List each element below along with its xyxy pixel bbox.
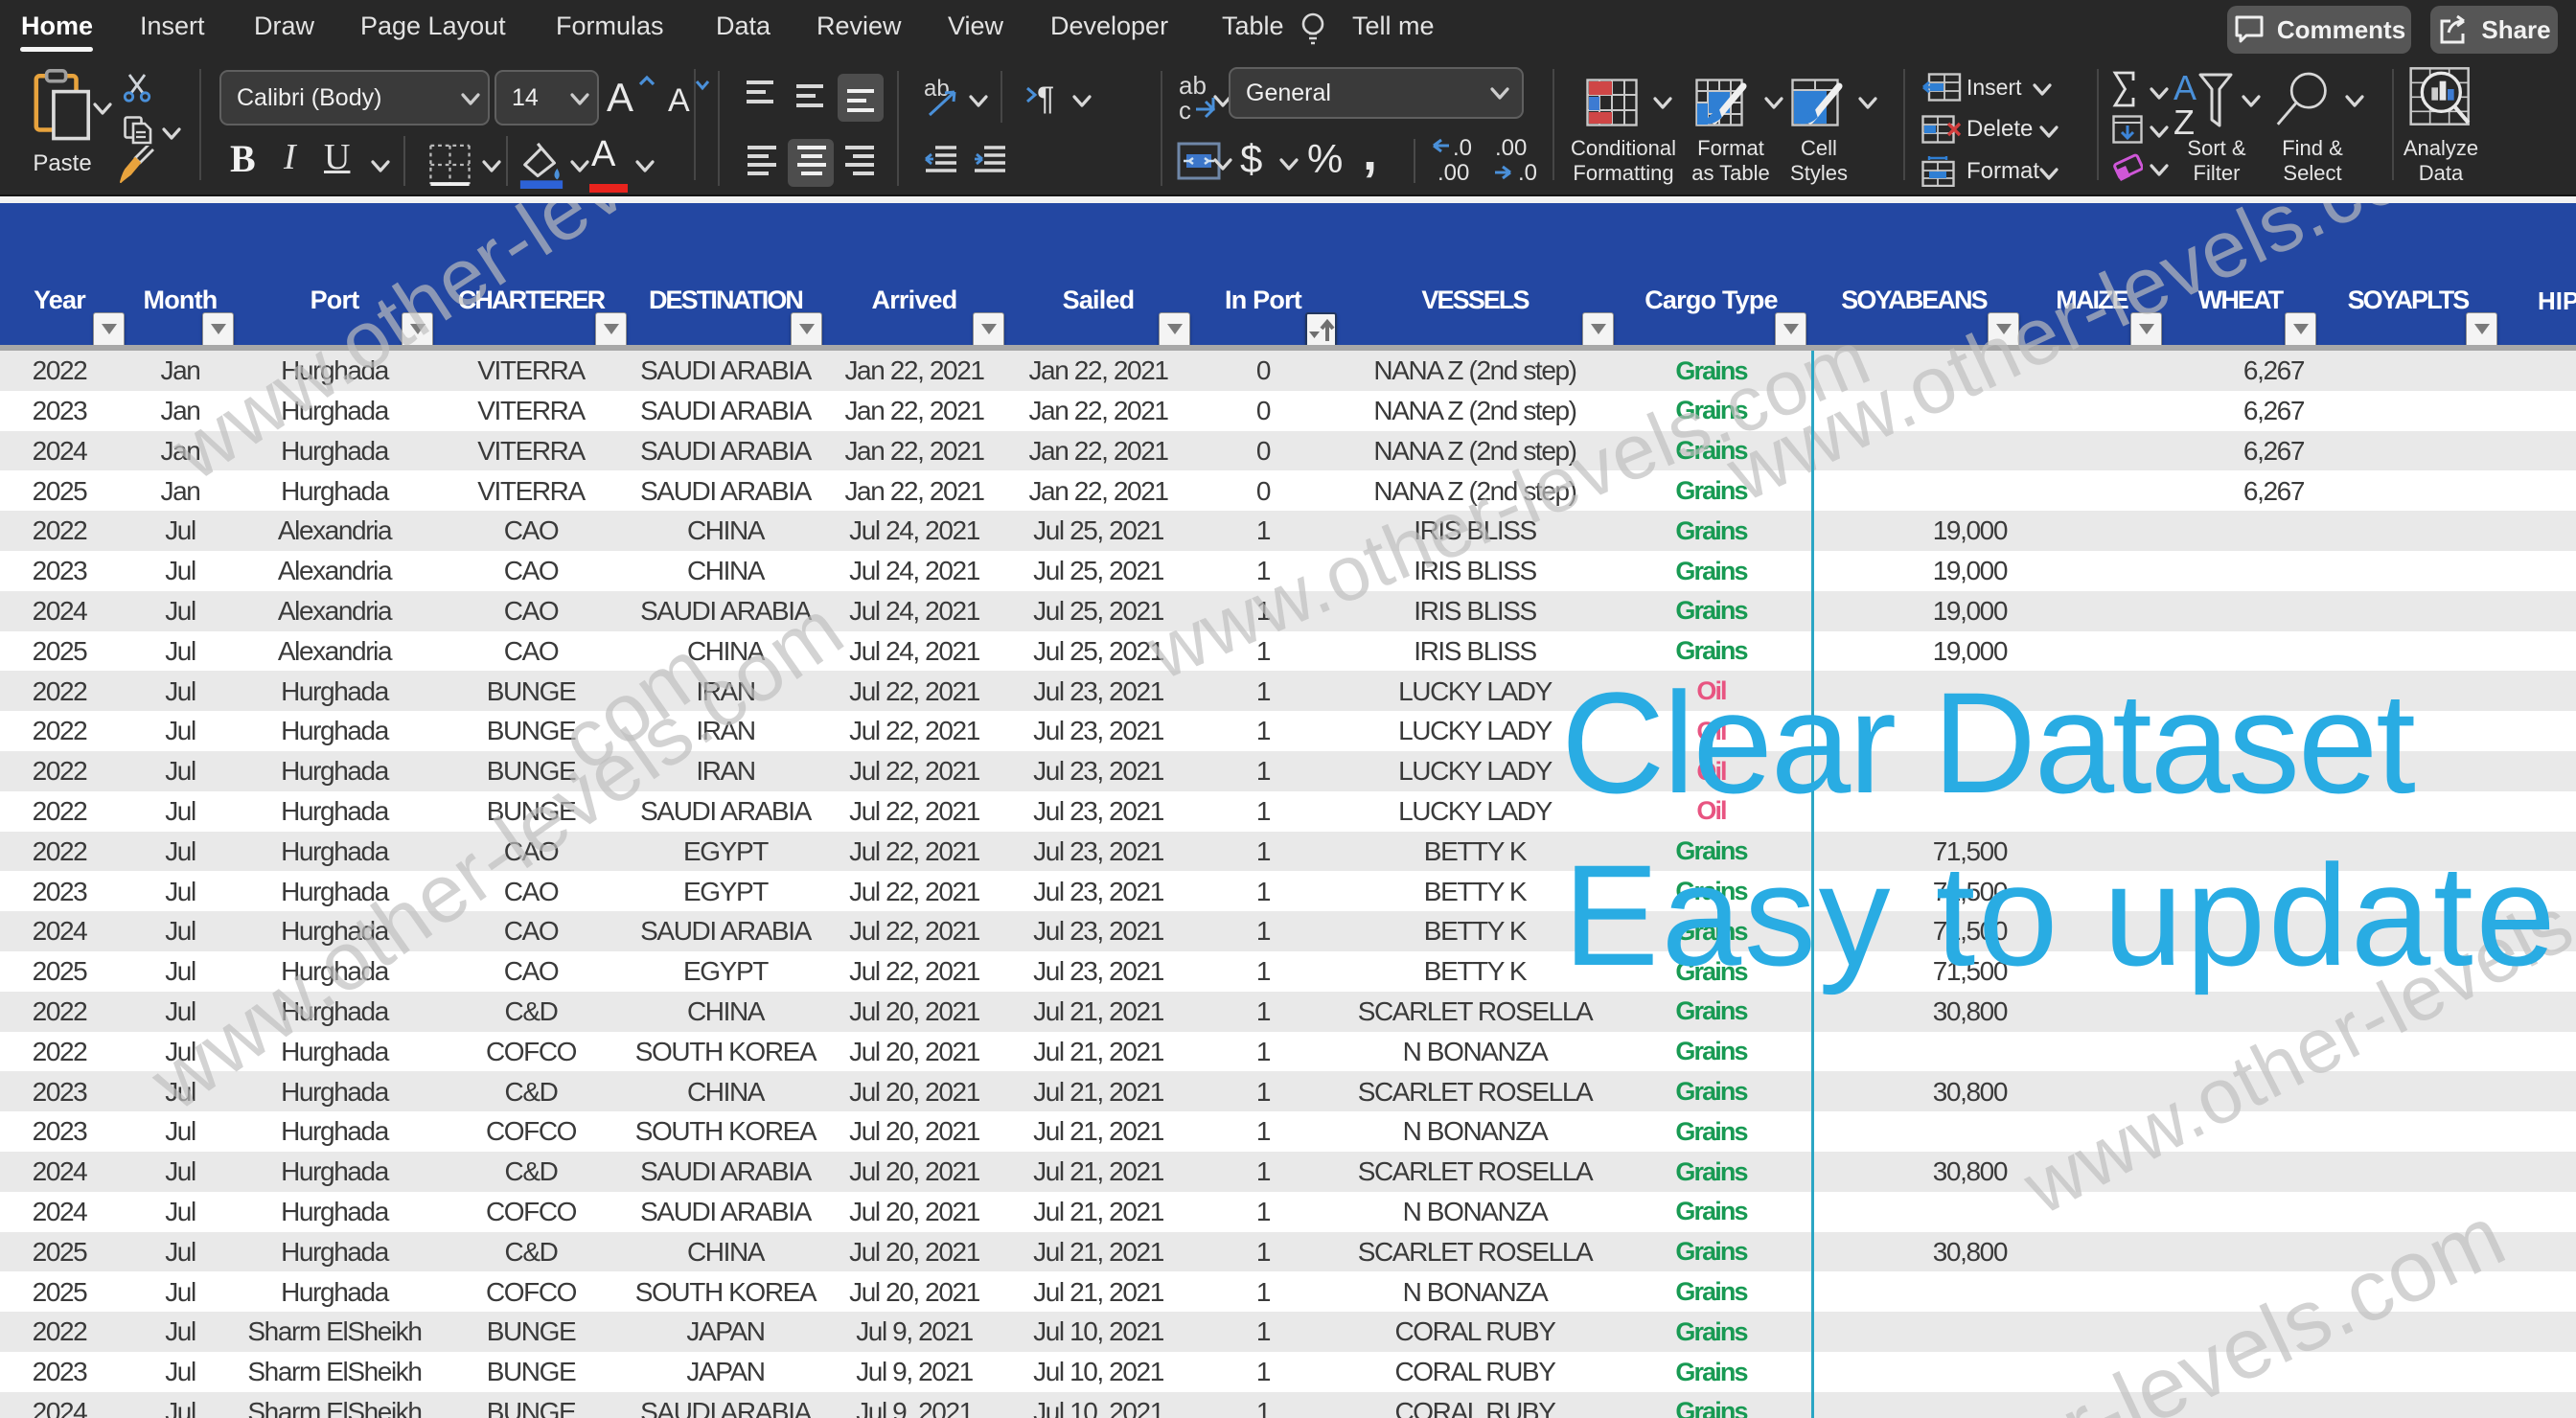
svg-text:ab: ab xyxy=(924,77,950,102)
svg-text:Z: Z xyxy=(2174,103,2195,138)
svg-text:.00: .00 xyxy=(1495,136,1527,161)
svg-text:c: c xyxy=(1179,96,1191,123)
svg-text:.0: .0 xyxy=(1453,136,1472,161)
svg-text:.00: .00 xyxy=(1438,160,1469,182)
svg-text:¶: ¶ xyxy=(1037,80,1054,117)
svg-text:A: A xyxy=(2174,69,2196,107)
